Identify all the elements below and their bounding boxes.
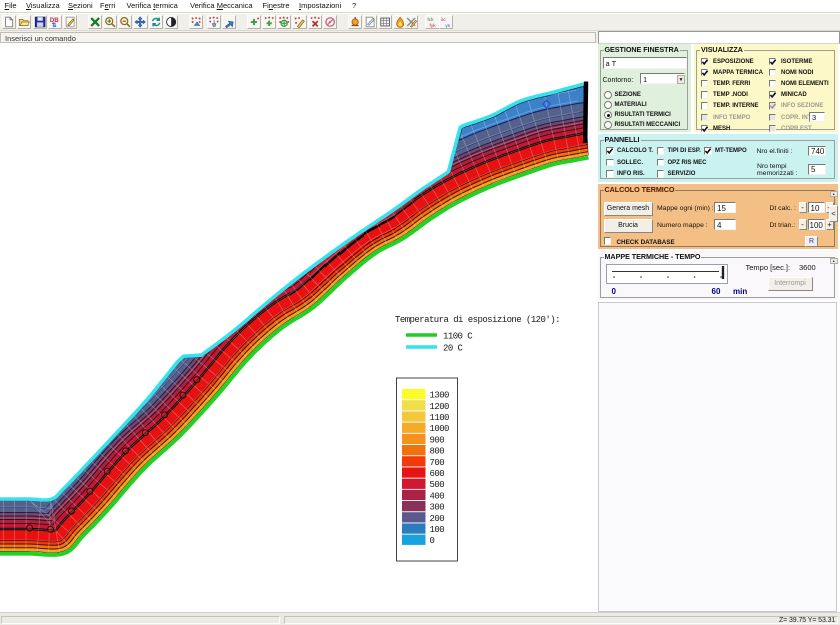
svg-text:fyk: fyk [430, 23, 437, 29]
svg-text:λc: λc [441, 17, 446, 23]
svg-text:1100 C: 1100 C [443, 332, 473, 342]
svg-text:γs: γs [445, 24, 450, 29]
svg-text:700: 700 [430, 458, 445, 468]
svg-text:Temperatura di esposizione (12: Temperatura di esposizione (120'): [395, 315, 560, 325]
svg-text:300: 300 [430, 503, 445, 513]
svg-text:1200: 1200 [430, 402, 450, 412]
svg-text:100: 100 [430, 525, 445, 535]
svg-text:1300: 1300 [430, 391, 450, 401]
svg-text:20 C: 20 C [443, 344, 464, 354]
svg-text:fck: fck [428, 17, 435, 23]
svg-text:⇅: ⇅ [51, 22, 56, 29]
svg-text:1100: 1100 [430, 413, 450, 423]
svg-text:600: 600 [430, 469, 445, 479]
svg-text:400: 400 [430, 491, 445, 501]
svg-text:900: 900 [430, 435, 445, 445]
svg-text:0: 0 [430, 536, 435, 546]
svg-text:500: 500 [430, 480, 445, 490]
svg-text:200: 200 [430, 514, 445, 524]
svg-text:1000: 1000 [430, 424, 450, 434]
svg-text:800: 800 [430, 447, 445, 457]
